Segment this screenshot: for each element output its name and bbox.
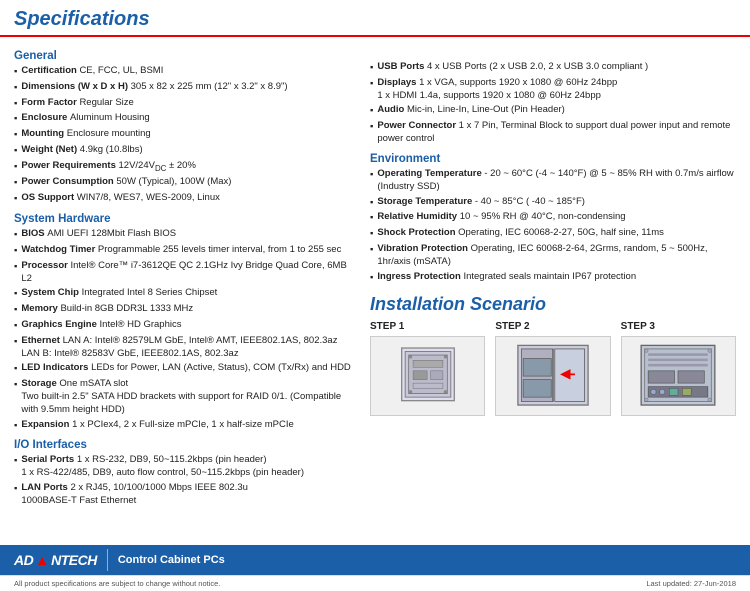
step-2-block: STEP 2 bbox=[495, 321, 610, 416]
step-3-label: STEP 3 bbox=[621, 321, 655, 332]
section-system-hardware: System Hardware ▪BIOS AMI UEFI 128Mbit F… bbox=[14, 213, 354, 432]
list-item: ▪Expansion 1 x PCIex4, 2 x Full-size mPC… bbox=[14, 419, 354, 433]
list-item: ▪USB Ports 4 x USB Ports (2 x USB 2.0, 2… bbox=[370, 61, 736, 75]
list-item: ▪Serial Ports 1 x RS-232, DB9, 50~115.2k… bbox=[14, 454, 354, 480]
list-item: ▪LAN Ports 2 x RJ45, 10/100/1000 Mbps IE… bbox=[14, 482, 354, 508]
footer-bar: AD▲NTECH Control Cabinet PCs bbox=[0, 545, 750, 575]
list-item: ▪OS Support WIN7/8, WES7, WES-2009, Linu… bbox=[14, 192, 354, 206]
step-3-image bbox=[621, 336, 736, 416]
install-title: Installation Scenario bbox=[370, 294, 736, 315]
footer-notice: All product specifications are subject t… bbox=[0, 575, 750, 591]
list-item: ▪Audio Mic-in, Line-In, Line-Out (Pin He… bbox=[370, 104, 736, 118]
step-2-label: STEP 2 bbox=[495, 321, 529, 332]
section-io-title: I/O Interfaces bbox=[14, 439, 354, 451]
system-hardware-list: ▪BIOS AMI UEFI 128Mbit Flash BIOS ▪Watch… bbox=[14, 228, 354, 432]
section-installation: Installation Scenario STEP 1 bbox=[370, 294, 736, 416]
page-wrapper: Specifications General ▪Certification CE… bbox=[0, 0, 750, 591]
section-environment-title: Environment bbox=[370, 153, 736, 165]
list-item: ▪Graphics Engine Intel® HD Graphics bbox=[14, 319, 354, 333]
notice-right: Last updated: 27-Jun-2018 bbox=[646, 579, 736, 588]
io-list: ▪Serial Ports 1 x RS-232, DB9, 50~115.2k… bbox=[14, 454, 354, 507]
step-1-block: STEP 1 bbox=[370, 321, 485, 416]
list-item: ▪Displays 1 x VGA, supports 1920 x 1080 … bbox=[370, 77, 736, 103]
list-item: ▪Operating Temperature - 20 ~ 60°C (-4 ~… bbox=[370, 168, 736, 194]
list-item: ▪Ingress Protection Integrated seals mai… bbox=[370, 271, 736, 285]
io-continued-list: ▪USB Ports 4 x USB Ports (2 x USB 2.0, 2… bbox=[370, 61, 736, 146]
right-column: ▪USB Ports 4 x USB Ports (2 x USB 2.0, 2… bbox=[370, 43, 736, 539]
list-item: ▪LED Indicators LEDs for Power, LAN (Act… bbox=[14, 362, 354, 376]
header: Specifications bbox=[0, 0, 750, 37]
list-item: ▪BIOS AMI UEFI 128Mbit Flash BIOS bbox=[14, 228, 354, 242]
list-item: ▪Watchdog Timer Programmable 255 levels … bbox=[14, 244, 354, 258]
list-item: ▪Dimensions (W x D x H) 305 x 82 x 225 m… bbox=[14, 81, 354, 95]
steps-row: STEP 1 bbox=[370, 321, 736, 416]
general-list: ▪Certification CE, FCC, UL, BSMI ▪Dimens… bbox=[14, 65, 354, 206]
list-item: ▪Mounting Enclosure mounting bbox=[14, 128, 354, 142]
list-item: ▪Processor Intel® Core™ i7-3612QE QC 2.1… bbox=[14, 260, 354, 286]
step-1-image bbox=[370, 336, 485, 416]
list-item: ▪Certification CE, FCC, UL, BSMI bbox=[14, 65, 354, 79]
section-general: General ▪Certification CE, FCC, UL, BSMI… bbox=[14, 50, 354, 206]
footer-logo: AD▲NTECH bbox=[14, 552, 97, 568]
step-1-label: STEP 1 bbox=[370, 321, 404, 332]
list-item: ▪Shock Protection Operating, IEC 60068-2… bbox=[370, 227, 736, 241]
page-title: Specifications bbox=[14, 8, 736, 31]
section-io: I/O Interfaces ▪Serial Ports 1 x RS-232,… bbox=[14, 439, 354, 507]
environment-list: ▪Operating Temperature - 20 ~ 60°C (-4 ~… bbox=[370, 168, 736, 285]
list-item: ▪Power Connector 1 x 7 Pin, Terminal Blo… bbox=[370, 120, 736, 146]
list-item: ▪Enclosure Aluminum Housing bbox=[14, 112, 354, 126]
list-item: ▪Memory Build-in 8GB DDR3L 1333 MHz bbox=[14, 303, 354, 317]
section-environment: Environment ▪Operating Temperature - 20 … bbox=[370, 153, 736, 285]
list-item: ▪System Chip Integrated Intel 8 Series C… bbox=[14, 287, 354, 301]
left-column: General ▪Certification CE, FCC, UL, BSMI… bbox=[14, 43, 354, 539]
list-item: ▪Ethernet LAN A: Intel® 82579LM GbE, Int… bbox=[14, 335, 354, 361]
step-2-image bbox=[495, 336, 610, 416]
main-content: General ▪Certification CE, FCC, UL, BSMI… bbox=[0, 37, 750, 545]
list-item: ▪Form Factor Regular Size bbox=[14, 97, 354, 111]
notice-left: All product specifications are subject t… bbox=[14, 579, 220, 588]
section-system-hardware-title: System Hardware bbox=[14, 213, 354, 225]
list-item: ▪Vibration Protection Operating, IEC 600… bbox=[370, 243, 736, 269]
section-general-title: General bbox=[14, 50, 354, 62]
footer-tagline: Control Cabinet PCs bbox=[118, 554, 225, 566]
list-item: ▪Power Requirements 12V/24VDC ± 20% bbox=[14, 160, 354, 175]
list-item: ▪Weight (Net) 4.9kg (10.8lbs) bbox=[14, 144, 354, 158]
step-3-block: STEP 3 bbox=[621, 321, 736, 416]
list-item: ▪Storage Temperature - 40 ~ 85°C ( -40 ~… bbox=[370, 196, 736, 210]
list-item: ▪Relative Humidity 10 ~ 95% RH @ 40°C, n… bbox=[370, 211, 736, 225]
footer-divider bbox=[107, 549, 108, 571]
list-item: ▪Power Consumption 50W (Typical), 100W (… bbox=[14, 176, 354, 190]
list-item: ▪Storage One mSATA slotTwo built-in 2.5"… bbox=[14, 378, 354, 416]
